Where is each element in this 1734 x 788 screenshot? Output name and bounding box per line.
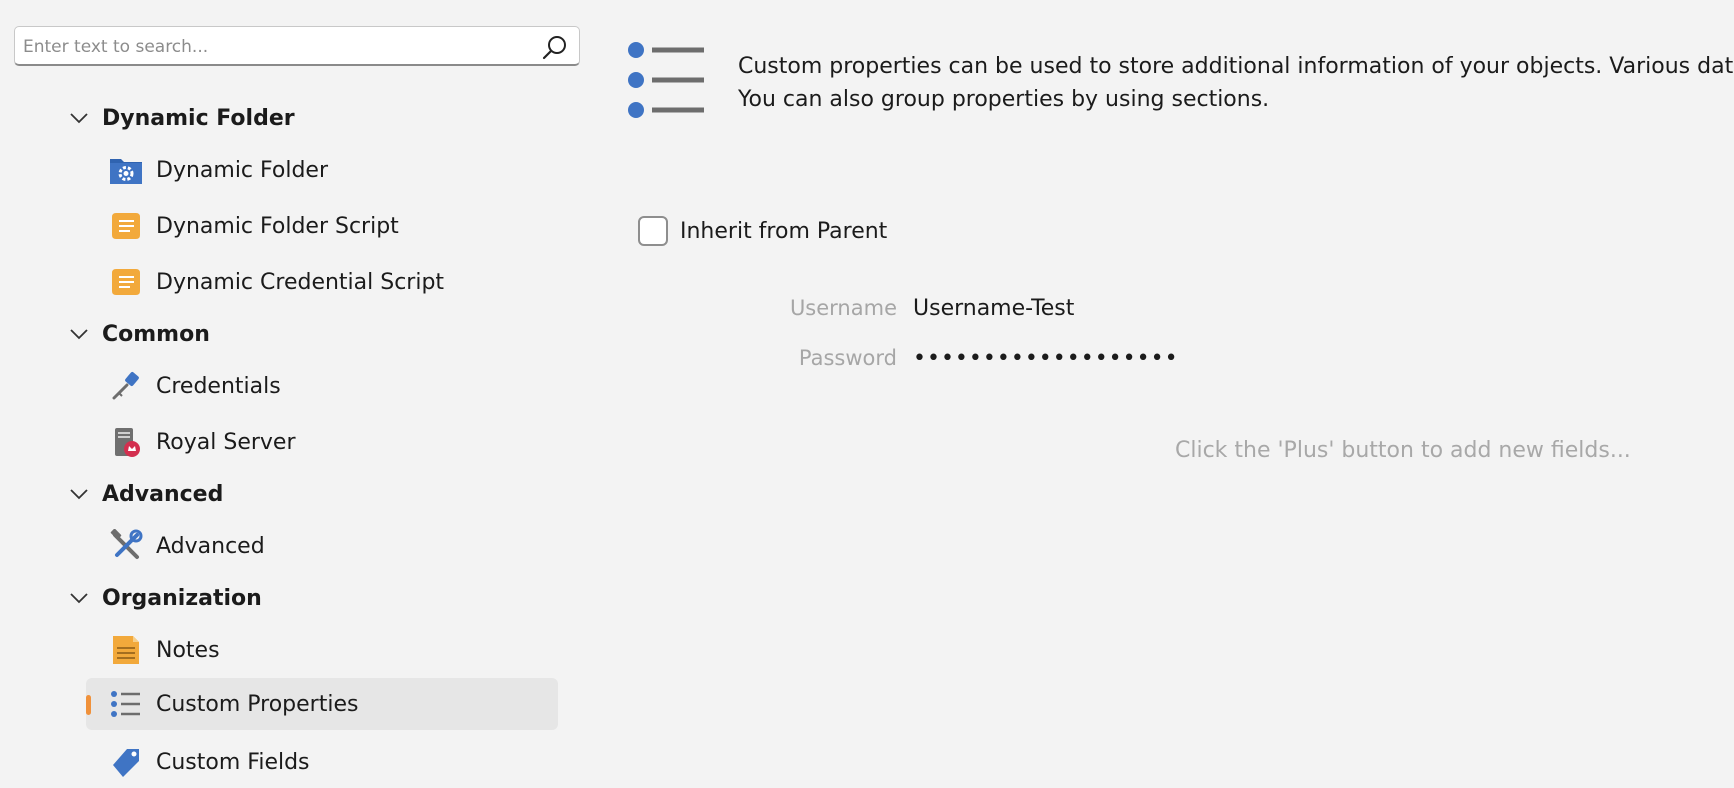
field-row-username[interactable]: Username Username-Test bbox=[590, 291, 1590, 325]
group-title: Organization bbox=[102, 585, 262, 611]
sidebar-item-label: Custom Properties bbox=[156, 691, 359, 717]
description-line: Custom properties can be used to store a… bbox=[738, 54, 1734, 79]
sidebar-item-label: Dynamic Credential Script bbox=[156, 269, 445, 295]
list-icon bbox=[108, 686, 144, 722]
field-label: Password bbox=[798, 346, 897, 370]
list-icon bbox=[628, 42, 704, 118]
sidebar-item-royal-server[interactable]: Royal Server bbox=[86, 416, 558, 468]
description: Custom properties can be used to store a… bbox=[738, 50, 1734, 116]
chevron-down-icon[interactable] bbox=[66, 481, 92, 507]
inherit-from-parent[interactable]: Inherit from Parent bbox=[638, 216, 887, 246]
sidebar-item-label: Notes bbox=[156, 637, 220, 663]
tag-icon bbox=[108, 744, 144, 780]
inherit-checkbox[interactable] bbox=[638, 216, 668, 246]
sidebar-item-label: Royal Server bbox=[156, 429, 296, 455]
sidebar-item-label: Advanced bbox=[156, 533, 265, 559]
sidebar-item-label: Dynamic Folder Script bbox=[156, 213, 399, 239]
group-header-common[interactable]: Common bbox=[66, 317, 210, 351]
sidebar-item-custom-properties[interactable]: Custom Properties bbox=[86, 678, 558, 730]
group-title: Dynamic Folder bbox=[102, 105, 295, 131]
sidebar-item-dynamic-folder[interactable]: Dynamic Folder bbox=[86, 144, 558, 196]
notes-icon bbox=[108, 632, 144, 668]
sidebar-item-notes[interactable]: Notes bbox=[86, 624, 558, 676]
search-box[interactable] bbox=[14, 26, 580, 66]
sidebar-item-credentials[interactable]: Credentials bbox=[86, 360, 558, 412]
chevron-down-icon[interactable] bbox=[66, 585, 92, 611]
key-icon bbox=[108, 368, 144, 404]
description-line: You can also group properties by using s… bbox=[738, 87, 1270, 112]
sidebar: Dynamic Folder Dynamic Folder Dynamic Fo… bbox=[0, 0, 590, 788]
group-title: Common bbox=[102, 321, 210, 347]
field-label: Username bbox=[789, 296, 897, 320]
field-value[interactable]: Username-Test bbox=[913, 296, 1074, 321]
search-icon[interactable] bbox=[541, 33, 569, 61]
group-title: Advanced bbox=[102, 481, 224, 507]
chevron-down-icon[interactable] bbox=[66, 105, 92, 131]
sidebar-item-advanced[interactable]: Advanced bbox=[86, 520, 558, 572]
folder-gear-icon bbox=[108, 152, 144, 188]
main-content: Custom properties can be used to store a… bbox=[590, 0, 1734, 788]
field-row-password[interactable]: Password ••••••••••••••••••• bbox=[590, 341, 1590, 375]
sidebar-item-dynamic-folder-script[interactable]: Dynamic Folder Script bbox=[86, 200, 558, 252]
server-icon bbox=[108, 424, 144, 460]
search-input[interactable] bbox=[21, 31, 535, 63]
chevron-down-icon[interactable] bbox=[66, 321, 92, 347]
group-header-dynamic-folder[interactable]: Dynamic Folder bbox=[66, 101, 295, 135]
script-scroll-icon bbox=[108, 264, 144, 300]
selection-indicator bbox=[86, 695, 91, 715]
script-scroll-icon bbox=[108, 208, 144, 244]
sidebar-item-label: Credentials bbox=[156, 373, 281, 399]
sidebar-item-dynamic-credential-script[interactable]: Dynamic Credential Script bbox=[86, 256, 558, 308]
inherit-label: Inherit from Parent bbox=[680, 218, 888, 244]
sidebar-item-label: Custom Fields bbox=[156, 749, 310, 775]
group-header-organization[interactable]: Organization bbox=[66, 581, 262, 615]
field-value[interactable]: ••••••••••••••••••• bbox=[913, 346, 1179, 371]
group-header-advanced[interactable]: Advanced bbox=[66, 477, 223, 511]
tools-icon bbox=[108, 528, 144, 564]
empty-hint: Click the 'Plus' button to add new field… bbox=[1175, 438, 1631, 463]
sidebar-item-custom-fields[interactable]: Custom Fields bbox=[86, 736, 558, 788]
sidebar-item-label: Dynamic Folder bbox=[156, 157, 329, 183]
